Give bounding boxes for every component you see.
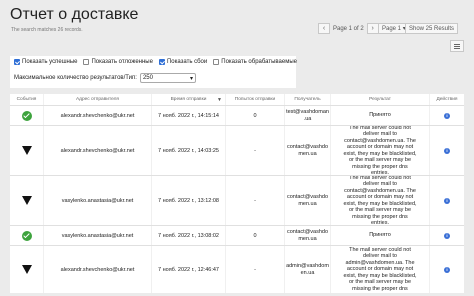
- event-cell: [10, 226, 43, 245]
- info-icon[interactable]: i: [444, 147, 450, 154]
- filter-checkbox-label: Показать успешные: [22, 59, 78, 65]
- sent-time-cell: 7 нояб. 2022 г., 12:46:47: [151, 246, 225, 293]
- result-cell: Принято: [330, 106, 429, 125]
- table-row: alexandr.shevchenko@ukr.net 7 нояб. 2022 …: [10, 125, 464, 175]
- event-cell: [10, 126, 43, 175]
- sent-time-cell: 7 нояб. 2022 г., 13:12:08: [151, 176, 225, 225]
- col-result[interactable]: Результат: [330, 94, 429, 105]
- info-icon[interactable]: i: [444, 266, 450, 273]
- result-line: missing the proper dns: [352, 285, 408, 292]
- results-count: The search matches 26 records.: [11, 27, 83, 33]
- checkbox-icon[interactable]: [158, 59, 165, 65]
- result-line: Принято: [369, 112, 391, 119]
- max-results-value: 250: [142, 75, 153, 81]
- checkbox-icon[interactable]: [213, 59, 220, 65]
- result-line: Принято: [369, 232, 391, 239]
- result-cell: The mail server could not deliver mail to…: [330, 176, 429, 225]
- attempts-cell: 0: [225, 226, 284, 245]
- info-icon[interactable]: i: [444, 197, 450, 204]
- chevron-down-icon: ▾: [189, 75, 193, 82]
- page-indicator: Page 1 of 2: [333, 25, 364, 32]
- sent-time-cell: 7 нояб. 2022 г., 14:03:25: [151, 126, 225, 175]
- filter-checkbox-label: Показать отложенные: [91, 59, 153, 65]
- max-results-select[interactable]: 250 ▾: [139, 73, 196, 83]
- prev-page-button[interactable]: ‹: [318, 23, 330, 34]
- recipient-line: .ua: [303, 115, 312, 122]
- recipient-cell: contact@vashdo men.ua: [284, 126, 330, 175]
- recipient-line: en.ua: [300, 269, 315, 276]
- max-results-label: Максимальное количество результатов/Тип:: [14, 75, 137, 81]
- sent-time-cell: 7 нояб. 2022 г., 14:15:14: [151, 106, 225, 125]
- filter-checkbox-label: Показать сбои: [166, 59, 208, 65]
- actions-cell: i: [429, 176, 464, 225]
- filter-checkbox-3[interactable]: Показать обрабатываемые: [213, 59, 297, 65]
- checkbox-icon[interactable]: [83, 59, 90, 65]
- delivery-table: События Адрес отправителя Время отправки…: [10, 94, 464, 293]
- results-per-page-select[interactable]: Show 25 Results: [405, 23, 459, 34]
- failure-icon: [21, 265, 32, 274]
- attempts-cell: -: [225, 246, 284, 293]
- filter-checkbox-2[interactable]: Показать сбои: [158, 59, 208, 65]
- info-icon[interactable]: i: [444, 232, 450, 239]
- attempts-cell: -: [225, 126, 284, 175]
- success-icon: [21, 110, 32, 121]
- event-cell: [10, 106, 43, 125]
- table-row: vasylenko.anastasia@ukr.net 7 нояб. 2022 …: [10, 225, 464, 245]
- sender-cell: vasylenko.anastasia@ukr.net: [43, 176, 151, 225]
- table-row: vasylenko.anastasia@ukr.net 7 нояб. 2022 …: [10, 175, 464, 225]
- event-cell: [10, 176, 43, 225]
- event-cell: [10, 246, 43, 293]
- result-cell: Принято: [330, 226, 429, 245]
- actions-cell: i: [429, 226, 464, 245]
- failure-icon: [21, 196, 32, 205]
- recipient-cell: admin@vashdom en.ua: [284, 246, 330, 293]
- col-sent-time[interactable]: Время отправки ▼: [151, 94, 225, 105]
- col-attempts[interactable]: Попыток отправки: [225, 94, 284, 105]
- table-row: alexandr.shevchenko@ukr.net 7 нояб. 2022 …: [10, 105, 464, 125]
- page-select-value: Page 1: [382, 25, 402, 32]
- results-per-page-value: Show 25 Results: [409, 25, 455, 32]
- next-page-button[interactable]: ›: [366, 23, 379, 34]
- recipient-line: men.ua: [298, 200, 317, 207]
- recipient-line: men.ua: [298, 235, 317, 242]
- col-actions: Действия: [429, 94, 464, 105]
- filter-checkbox-0[interactable]: Показать успешные: [14, 59, 77, 65]
- table-header: События Адрес отправителя Время отправки…: [10, 94, 464, 105]
- sender-cell: alexandr.shevchenko@ukr.net: [43, 246, 151, 293]
- actions-cell: i: [429, 106, 464, 125]
- success-icon: [21, 230, 32, 241]
- attempts-cell: -: [225, 176, 284, 225]
- recipient-line: men.ua: [298, 150, 317, 157]
- pager: ‹ Page 1 of 2 ›: [318, 23, 379, 34]
- result-cell: The mail server could not deliver mail to…: [330, 126, 429, 175]
- sort-desc-icon: ▼: [217, 96, 222, 103]
- failure-icon: [21, 146, 32, 155]
- sender-cell: alexandr.shevchenko@ukr.net: [43, 126, 151, 175]
- sender-cell: alexandr.shevchenko@ukr.net: [43, 106, 151, 125]
- result-line: entries.: [370, 220, 390, 225]
- recipient-cell: test@vashdoman .ua: [284, 106, 330, 125]
- actions-cell: i: [429, 126, 464, 175]
- page-title: Отчет о доставке: [10, 6, 139, 23]
- filter-checkbox-label: Показать обрабатываемые: [221, 59, 298, 65]
- result-line: entries.: [370, 170, 390, 175]
- actions-cell: i: [429, 246, 464, 293]
- attempts-cell: 0: [225, 106, 284, 125]
- col-events[interactable]: События: [10, 94, 43, 105]
- info-icon[interactable]: i: [444, 112, 450, 119]
- result-cell: The mail server could not deliver mail to…: [330, 246, 429, 293]
- recipient-cell: contact@vashdo men.ua: [284, 226, 330, 245]
- checkbox-icon[interactable]: [14, 59, 20, 65]
- col-sent-time-label: Время отправки: [170, 97, 207, 102]
- filter-panel: Показать успешные Показать отложенные Пока…: [10, 56, 297, 88]
- sent-time-cell: 7 нояб. 2022 г., 13:08:02: [151, 226, 225, 245]
- filter-checkbox-1[interactable]: Показать отложенные: [83, 59, 153, 65]
- columns-menu-button[interactable]: [450, 40, 464, 52]
- recipient-cell: contact@vashdo men.ua: [284, 176, 330, 225]
- col-sender[interactable]: Адрес отправителя: [43, 94, 151, 105]
- sender-cell: vasylenko.anastasia@ukr.net: [43, 226, 151, 245]
- table-row: alexandr.shevchenko@ukr.net 7 нояб. 2022 …: [10, 245, 464, 293]
- col-recipient[interactable]: Получатель: [284, 94, 330, 105]
